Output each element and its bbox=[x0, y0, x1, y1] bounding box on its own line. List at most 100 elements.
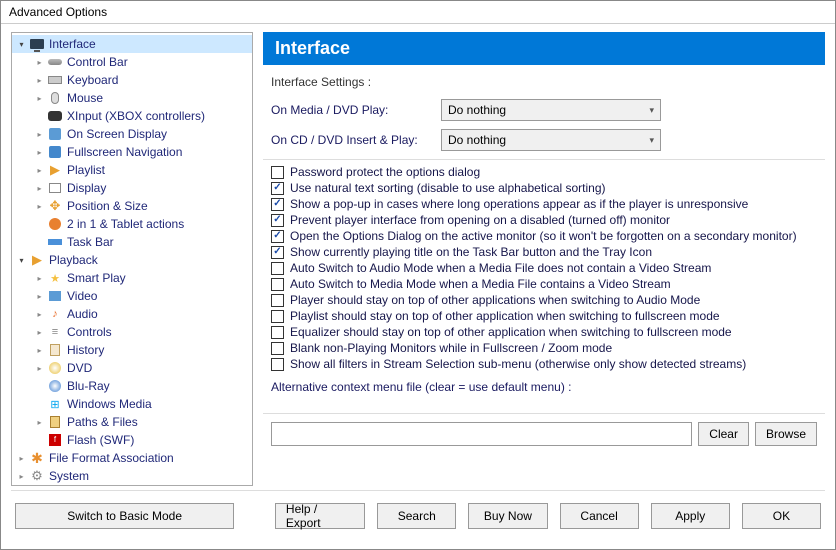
checkbox[interactable] bbox=[271, 294, 284, 307]
nav-icon bbox=[47, 144, 63, 160]
checkbox-list[interactable]: Password protect the options dialogUse n… bbox=[263, 159, 825, 414]
tree-item-flash-swf-[interactable]: fFlash (SWF) bbox=[12, 431, 252, 449]
dropdown-0[interactable]: Do nothing▾ bbox=[441, 99, 661, 121]
tree-item-mouse[interactable]: Mouse bbox=[12, 89, 252, 107]
tree-item-playback[interactable]: ▶Playback bbox=[12, 251, 252, 269]
tree-item-keyboard[interactable]: Keyboard bbox=[12, 71, 252, 89]
expander-icon[interactable] bbox=[34, 57, 45, 68]
expander-icon[interactable] bbox=[34, 147, 45, 158]
window-title: Advanced Options bbox=[1, 1, 835, 24]
checkbox[interactable] bbox=[271, 182, 284, 195]
checkbox-label: Auto Switch to Audio Mode when a Media F… bbox=[290, 261, 711, 275]
tree-item-control-bar[interactable]: Control Bar bbox=[12, 53, 252, 71]
checkbox-row[interactable]: Auto Switch to Media Mode when a Media F… bbox=[263, 276, 825, 292]
tree-item-position-size[interactable]: ✥Position & Size bbox=[12, 197, 252, 215]
checkbox-row[interactable]: Playlist should stay on top of other app… bbox=[263, 308, 825, 324]
checkbox-row[interactable]: Auto Switch to Audio Mode when a Media F… bbox=[263, 260, 825, 276]
expander-icon[interactable] bbox=[16, 39, 27, 50]
tree-item-history[interactable]: History bbox=[12, 341, 252, 359]
checkbox[interactable] bbox=[271, 358, 284, 371]
tree-item-blu-ray[interactable]: Blu-Ray bbox=[12, 377, 252, 395]
checkbox-label: Blank non-Playing Monitors while in Full… bbox=[290, 341, 612, 355]
tree-label: Controls bbox=[67, 325, 112, 339]
expander-icon[interactable] bbox=[16, 255, 27, 266]
tree-item-system[interactable]: ⚙System bbox=[12, 467, 252, 485]
tree-item-2-in-1-tablet-actions[interactable]: 2 in 1 & Tablet actions bbox=[12, 215, 252, 233]
disp-icon bbox=[47, 180, 63, 196]
clear-button[interactable]: Clear bbox=[698, 422, 749, 446]
pos-icon: ✥ bbox=[47, 198, 63, 214]
checkbox-row[interactable]: Equalizer should stay on top of other ap… bbox=[263, 324, 825, 340]
tree-item-xinput-xbox-controllers-[interactable]: XInput (XBOX controllers) bbox=[12, 107, 252, 125]
tree-item-playlist[interactable]: ▶Playlist bbox=[12, 161, 252, 179]
xbox-icon bbox=[47, 108, 63, 124]
tree-item-audio[interactable]: ♪Audio bbox=[12, 305, 252, 323]
checkbox[interactable] bbox=[271, 246, 284, 259]
tree-item-task-bar[interactable]: Task Bar bbox=[12, 233, 252, 251]
checkbox[interactable] bbox=[271, 166, 284, 179]
expander-icon[interactable] bbox=[34, 291, 45, 302]
tree-item-controls[interactable]: ≡Controls bbox=[12, 323, 252, 341]
search-button[interactable]: Search bbox=[377, 503, 456, 529]
checkbox-row[interactable]: Player should stay on top of other appli… bbox=[263, 292, 825, 308]
tree-item-video[interactable]: Video bbox=[12, 287, 252, 305]
buy-now-button[interactable]: Buy Now bbox=[468, 503, 547, 529]
apply-button[interactable]: Apply bbox=[651, 503, 730, 529]
tree-item-paths-files[interactable]: Paths & Files bbox=[12, 413, 252, 431]
checkbox-row[interactable]: Prevent player interface from opening on… bbox=[263, 212, 825, 228]
checkbox-row[interactable]: Open the Options Dialog on the active mo… bbox=[263, 228, 825, 244]
expander-icon[interactable] bbox=[34, 129, 45, 140]
tree-label: History bbox=[67, 343, 104, 357]
checkbox[interactable] bbox=[271, 310, 284, 323]
tree-item-interface[interactable]: Interface bbox=[12, 35, 252, 53]
checkbox-row[interactable]: Blank non-Playing Monitors while in Full… bbox=[263, 340, 825, 356]
checkbox-row[interactable]: Use natural text sorting (disable to use… bbox=[263, 180, 825, 196]
expander-icon[interactable] bbox=[34, 93, 45, 104]
tree-label: Interface bbox=[49, 37, 96, 51]
tree-label: File Format Association bbox=[49, 451, 174, 465]
tree-item-file-format-association[interactable]: ✱File Format Association bbox=[12, 449, 252, 467]
checkbox[interactable] bbox=[271, 342, 284, 355]
checkbox-row[interactable]: Show currently playing title on the Task… bbox=[263, 244, 825, 260]
expander-icon[interactable] bbox=[34, 273, 45, 284]
expander-icon[interactable] bbox=[34, 201, 45, 212]
help-export-button[interactable]: Help / Export bbox=[275, 503, 365, 529]
expander-icon[interactable] bbox=[34, 309, 45, 320]
ok-button[interactable]: OK bbox=[742, 503, 821, 529]
expander-icon[interactable] bbox=[16, 471, 27, 482]
swf-icon: f bbox=[47, 432, 63, 448]
expander-icon[interactable] bbox=[34, 417, 45, 428]
tree-item-smart-play[interactable]: ★Smart Play bbox=[12, 269, 252, 287]
dropdown-1[interactable]: Do nothing▾ bbox=[441, 129, 661, 151]
tree-item-fullscreen-navigation[interactable]: Fullscreen Navigation bbox=[12, 143, 252, 161]
tree-item-display[interactable]: Display bbox=[12, 179, 252, 197]
expander-icon[interactable] bbox=[34, 75, 45, 86]
checkbox-row[interactable]: Show a pop-up in cases where long operat… bbox=[263, 196, 825, 212]
expander-icon[interactable] bbox=[16, 453, 27, 464]
checkbox[interactable] bbox=[271, 198, 284, 211]
checkbox-row[interactable]: Show all filters in Stream Selection sub… bbox=[263, 356, 825, 372]
checkbox[interactable] bbox=[271, 326, 284, 339]
alt-menu-input[interactable] bbox=[271, 422, 692, 446]
checkbox[interactable] bbox=[271, 262, 284, 275]
tree-item-windows-media[interactable]: ⊞Windows Media bbox=[12, 395, 252, 413]
expander-icon[interactable] bbox=[34, 363, 45, 374]
browse-button[interactable]: Browse bbox=[755, 422, 817, 446]
tree-label: Windows Media bbox=[67, 397, 152, 411]
tree-item-on-screen-display[interactable]: On Screen Display bbox=[12, 125, 252, 143]
tree-label: Mouse bbox=[67, 91, 103, 105]
switch-basic-button[interactable]: Switch to Basic Mode bbox=[15, 503, 234, 529]
nav-tree[interactable]: Interface Control BarKeyboard Mouse XInput … bbox=[11, 32, 253, 486]
cancel-button[interactable]: Cancel bbox=[560, 503, 639, 529]
expander-icon[interactable] bbox=[34, 165, 45, 176]
checkbox[interactable] bbox=[271, 214, 284, 227]
tree-item-dvd[interactable]: DVD bbox=[12, 359, 252, 377]
checkbox-row[interactable]: Password protect the options dialog bbox=[263, 164, 825, 180]
expander-icon[interactable] bbox=[34, 183, 45, 194]
checkbox-label: Player should stay on top of other appli… bbox=[290, 293, 700, 307]
expander-icon[interactable] bbox=[34, 345, 45, 356]
checkbox[interactable] bbox=[271, 230, 284, 243]
monitor-icon bbox=[29, 36, 45, 52]
checkbox[interactable] bbox=[271, 278, 284, 291]
expander-icon[interactable] bbox=[34, 327, 45, 338]
